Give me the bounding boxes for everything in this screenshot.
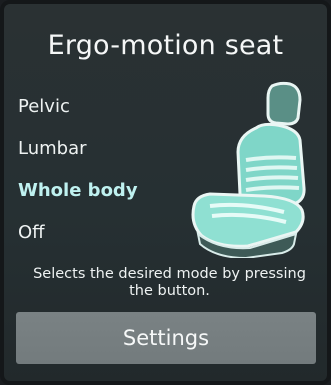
ergo-motion-seat-screen: Ergo-motion seat Pelvic Lumbar Whole bod… — [0, 0, 331, 385]
instruction-text: Selects the desired mode by pressing the… — [33, 266, 306, 299]
screen-title: Ergo-motion seat — [47, 30, 284, 61]
mode-option-whole-body[interactable]: Whole body — [18, 176, 178, 218]
settings-button[interactable]: Settings — [16, 312, 316, 364]
mode-option-lumbar[interactable]: Lumbar — [18, 134, 178, 176]
seat-massage-icon — [191, 81, 306, 258]
mode-list: Pelvic Lumbar Whole body Off — [18, 92, 178, 260]
mode-option-off[interactable]: Off — [18, 218, 178, 260]
mode-option-pelvic[interactable]: Pelvic — [18, 92, 178, 134]
